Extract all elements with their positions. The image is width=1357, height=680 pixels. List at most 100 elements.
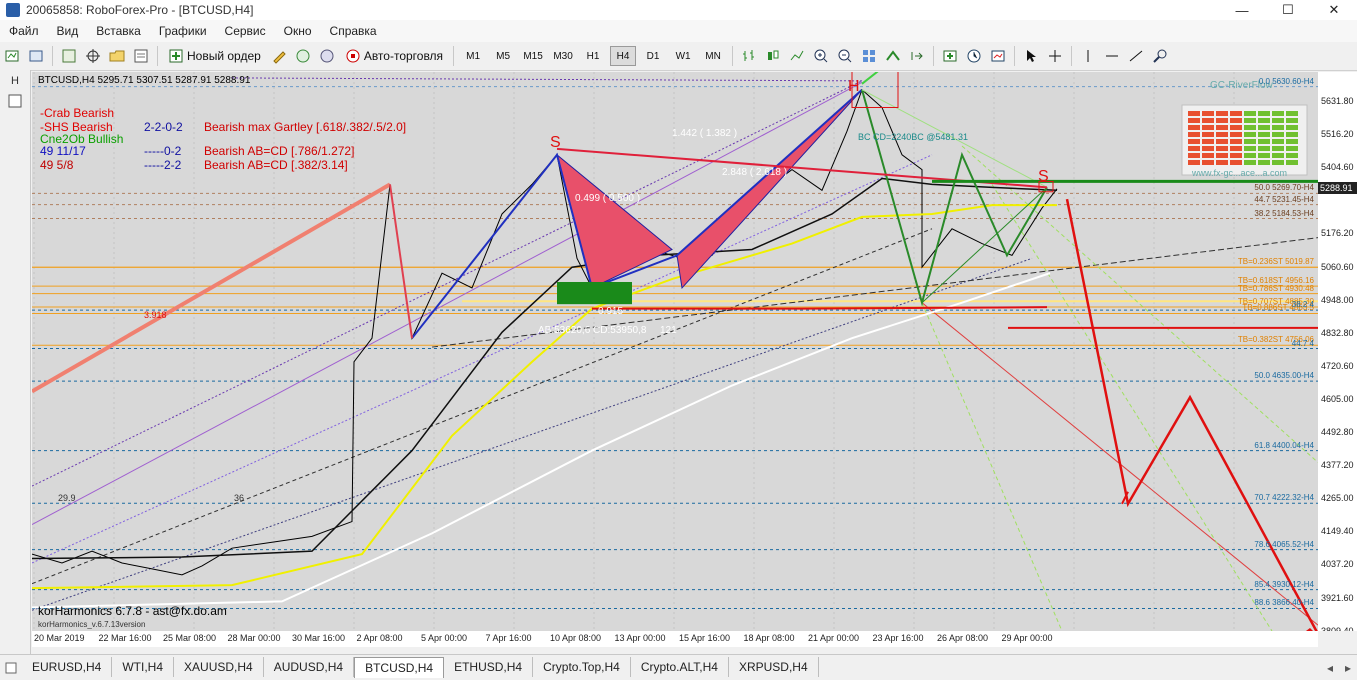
gc-widget-cell (1188, 111, 1200, 116)
timeframe-d1[interactable]: D1 (640, 46, 666, 66)
new-order-label: Новый ордер (187, 49, 261, 63)
autoscroll-icon[interactable] (883, 45, 903, 67)
indicators-icon[interactable] (940, 45, 960, 67)
strategy-tester-icon[interactable] (131, 45, 151, 67)
crosshair-tool-icon[interactable] (1045, 45, 1065, 67)
tab-btcusd-h4[interactable]: BTCUSD,H4 (354, 657, 445, 678)
toolbar-separator (732, 46, 734, 66)
pattern-ratio-label: 1.442 ( 1.382 ) (672, 128, 738, 139)
gc-widget-cell (1188, 118, 1200, 123)
tab-eurusd-h4[interactable]: EURUSD,H4 (22, 657, 113, 677)
close-icon[interactable]: ✕ (1311, 0, 1357, 20)
menu-bar: Файл Вид Вставка Графики Сервис Окно Спр… (0, 20, 1357, 42)
tab-crypto-top-h4[interactable]: Crypto.Top,H4 (533, 657, 631, 677)
bar-chart-icon[interactable] (739, 45, 759, 67)
gc-widget-cell (1272, 139, 1284, 144)
price-tick: 5176.20 (1321, 228, 1354, 239)
tab-scroll-left-icon[interactable] (0, 658, 22, 678)
crosshair-icon[interactable] (83, 45, 103, 67)
line-chart-icon[interactable] (787, 45, 807, 67)
gc-widget-cell (1244, 125, 1256, 130)
gc-widget-site: www.fx-gc...ace...a.com (1192, 168, 1288, 178)
new-chart-icon[interactable] (2, 45, 22, 67)
price-chart[interactable]: BTCUSD,H4 5295.71 5307.51 5287.91 5288.9… (32, 72, 1318, 631)
metaeditor-icon[interactable] (269, 45, 289, 67)
tab-wti-h4[interactable]: WTI,H4 (112, 657, 175, 677)
tabs-next-icon[interactable]: ▸ (1339, 661, 1357, 675)
tab-xauusd-h4[interactable]: XAUUSD,H4 (174, 657, 264, 677)
auto-trading-label: Авто-торговля (363, 49, 444, 63)
menu-view[interactable]: Вид (48, 24, 88, 38)
gc-widget-cell (1258, 146, 1270, 151)
gc-widget-cell (1216, 146, 1228, 151)
harmonic-leg-line (389, 184, 413, 339)
timeframe-mn[interactable]: MN (700, 46, 726, 66)
timeframe-h1[interactable]: H1 (580, 46, 606, 66)
price-axis[interactable]: 5631.80 5516.20 5404.60 5288.91 5176.20 5060.… (1318, 72, 1357, 631)
gc-widget-cell (1286, 160, 1298, 165)
trendline-icon[interactable] (1126, 45, 1146, 67)
menu-insert[interactable]: Вставка (87, 24, 150, 38)
search-icon[interactable] (1150, 45, 1170, 67)
time-axis[interactable]: 20 Mar 2019 22 Mar 16:00 25 Mar 08:00 28 Ma… (32, 631, 1318, 647)
pattern-point-h-label: H (848, 78, 860, 95)
time-tick: 20 Mar 2019 (34, 633, 85, 643)
menu-charts[interactable]: Графики (150, 24, 216, 38)
tile-windows-icon[interactable] (859, 45, 879, 67)
tab-ethusd-h4[interactable]: ETHUSD,H4 (444, 657, 534, 677)
chart-shift-icon[interactable] (907, 45, 927, 67)
menu-tools[interactable]: Сервис (216, 24, 275, 38)
legend-pattern-desc: Bearish AB=CD [.382/3.14] (204, 158, 348, 172)
auto-trading-button[interactable]: Авто-торговля (341, 45, 447, 67)
gc-widget-cell (1244, 146, 1256, 151)
gc-widget-cell (1258, 153, 1270, 158)
projection-line (921, 302, 1063, 631)
time-scale-icon[interactable]: H (5, 72, 25, 90)
price-tick: 4605.00 (1321, 393, 1354, 404)
window-list-icon[interactable] (5, 92, 25, 110)
gc-widget-cell (1188, 139, 1200, 144)
signals-icon[interactable] (293, 45, 313, 67)
minimize-icon[interactable]: — (1219, 0, 1265, 20)
options-icon[interactable] (317, 45, 337, 67)
tabs-prev-icon[interactable]: ◂ (1321, 661, 1339, 675)
fib-level-label: 88.6 3866.40-H4 (1254, 598, 1314, 608)
zoom-in-icon[interactable] (811, 45, 831, 67)
templates-icon[interactable] (988, 45, 1008, 67)
ma-yellow-line (32, 204, 1057, 590)
gc-widget-cell (1258, 160, 1270, 165)
tab-list: EURUSD,H4 WTI,H4 XAUUSD,H4 AUDUSD,H4 BTCUSD,… (22, 657, 819, 678)
tab-xrpusd-h4[interactable]: XRPUSD,H4 (729, 657, 819, 677)
timeframe-m15[interactable]: M15 (520, 46, 546, 66)
legend-pattern-code: -----2-2 (144, 158, 182, 172)
zoom-out-icon[interactable] (835, 45, 855, 67)
gc-widget-cell (1244, 132, 1256, 137)
gc-widget-cell (1272, 125, 1284, 130)
profiles-icon[interactable] (26, 45, 46, 67)
new-order-button[interactable]: Новый ордер (164, 45, 265, 67)
fib-level-label: 50.0 4635.00-H4 (1254, 371, 1314, 381)
timeframe-h4[interactable]: H4 (610, 46, 637, 66)
vertical-line-icon[interactable] (1078, 45, 1098, 67)
gc-widget-cell (1230, 118, 1242, 123)
toolbar-separator (453, 46, 455, 66)
tab-crypto-alt-h4[interactable]: Crypto.ALT,H4 (631, 657, 729, 677)
candles-icon[interactable] (763, 45, 783, 67)
menu-file[interactable]: Файл (0, 24, 48, 38)
maximize-icon[interactable]: ☐ (1265, 0, 1311, 20)
gc-widget-cell (1258, 125, 1270, 130)
timeframe-w1[interactable]: W1 (670, 46, 696, 66)
channel-line (32, 228, 933, 585)
periods-clock-icon[interactable] (964, 45, 984, 67)
folder-icon[interactable] (107, 45, 127, 67)
market-watch-icon[interactable] (59, 45, 79, 67)
timeframe-m1[interactable]: M1 (460, 46, 486, 66)
timeframe-m5[interactable]: M5 (490, 46, 516, 66)
menu-window[interactable]: Окно (275, 24, 321, 38)
horizontal-line-icon[interactable] (1102, 45, 1122, 67)
timeframe-m30[interactable]: M30 (550, 46, 576, 66)
fib-level-label: 70.7 4222.32-H4 (1254, 493, 1314, 503)
cursor-icon[interactable] (1021, 45, 1041, 67)
tab-audusd-h4[interactable]: AUDUSD,H4 (264, 657, 355, 677)
menu-help[interactable]: Справка (321, 24, 386, 38)
